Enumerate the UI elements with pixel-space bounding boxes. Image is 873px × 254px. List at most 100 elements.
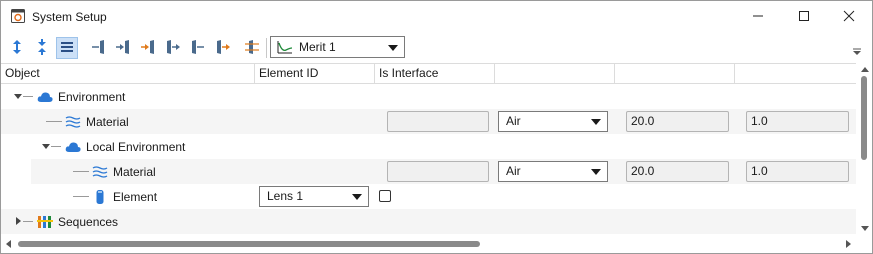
tree-node-label: Local Environment <box>86 139 186 154</box>
list-view-button[interactable] <box>56 37 78 59</box>
tree-node-label: Material <box>113 164 156 179</box>
element-settings-icon <box>244 39 260 58</box>
expand-vertical-button[interactable] <box>6 37 28 59</box>
close-icon <box>843 10 855 25</box>
medium-select-value: Air <box>506 114 521 128</box>
medium-select[interactable]: Air <box>498 161 608 182</box>
tree-node: Material <box>92 163 156 180</box>
minimize-icon <box>752 10 764 25</box>
toolbar: Merit 1 <box>1 33 872 63</box>
column-object[interactable]: Object <box>1 64 255 83</box>
add-element-after-button[interactable] <box>212 37 234 59</box>
collapse-vertical-icon <box>35 38 49 58</box>
element-id-value: Lens 1 <box>267 189 304 203</box>
temperature-field[interactable]: 20.0 <box>626 111 729 132</box>
minimize-button[interactable] <box>735 1 781 33</box>
temperature-field[interactable]: 20.0 <box>626 161 729 182</box>
is-interface-checkbox[interactable] <box>379 190 391 202</box>
vertical-scrollbar[interactable] <box>857 63 872 235</box>
chevron-down-icon <box>352 194 362 200</box>
row-indent <box>1 159 31 184</box>
lens-element-icon <box>92 189 108 205</box>
column-element-id[interactable]: Element ID <box>255 64 375 83</box>
tree-row-environment[interactable]: Environment <box>1 84 856 109</box>
material-waves-icon <box>92 164 108 180</box>
chevron-down-icon <box>591 169 601 175</box>
tree-node: Element <box>92 188 157 205</box>
tree-row-local-material[interactable]: Material Air 20.0 1.0 <box>1 159 856 184</box>
scroll-up-icon[interactable] <box>861 67 869 72</box>
tree-node-label: Environment <box>58 89 126 104</box>
list-view-icon <box>60 40 74 57</box>
toolbar-separator <box>266 38 267 58</box>
add-element-button[interactable] <box>187 37 209 59</box>
close-button[interactable] <box>826 1 872 33</box>
column-temperature[interactable] <box>615 64 735 83</box>
element-id-select[interactable]: Lens 1 <box>259 186 369 207</box>
tree-node-label: Element <box>113 189 158 204</box>
chevron-down-icon <box>388 45 398 51</box>
chevron-down-icon <box>591 119 601 125</box>
insert-surface-before-button[interactable] <box>87 37 109 59</box>
system-setup-window: System Setup Merit 1 Object Element ID I… <box>0 0 873 254</box>
tree-line <box>23 221 33 222</box>
merit-function-select[interactable]: Merit 1 <box>270 36 405 58</box>
system-tree-grid: Environment Material Air 20.0 1.0 Local … <box>1 84 856 234</box>
tree-row-material[interactable]: Material Air 20.0 1.0 <box>1 109 856 134</box>
tree-line <box>46 121 62 122</box>
tree-node: Local Environment <box>65 138 185 155</box>
merit-select-value: Merit 1 <box>299 40 336 54</box>
cloud-icon <box>37 89 53 105</box>
expand-arrow-icon[interactable] <box>42 144 50 149</box>
sequences-icon <box>37 214 53 230</box>
maximize-icon <box>798 10 810 25</box>
tree-line <box>73 196 89 197</box>
tree-line <box>23 96 33 97</box>
tree-row-local-environment[interactable]: Local Environment <box>1 134 856 159</box>
add-element-right-button[interactable] <box>162 37 184 59</box>
column-header: Object Element ID Is Interface <box>1 63 856 84</box>
medium-select-value: Air <box>506 164 521 178</box>
tree-row-element[interactable]: Element Lens 1 <box>1 184 856 209</box>
maximize-button[interactable] <box>781 1 827 33</box>
expand-vertical-icon <box>10 39 24 58</box>
tree-line <box>51 146 61 147</box>
material-waves-icon <box>65 114 81 130</box>
expand-arrow-icon[interactable] <box>16 217 21 225</box>
collapse-vertical-button[interactable] <box>31 37 53 59</box>
pressure-field[interactable]: 1.0 <box>746 161 849 182</box>
scroll-right-icon[interactable] <box>846 240 851 248</box>
cloud-icon <box>65 139 81 155</box>
tree-node-label: Sequences <box>58 214 119 229</box>
tree-row-sequences[interactable]: Sequences <box>1 209 856 234</box>
system-setup-icon <box>10 8 26 24</box>
column-medium[interactable] <box>495 64 615 83</box>
column-pressure[interactable] <box>735 64 856 83</box>
material-empty-field[interactable] <box>387 111 489 132</box>
add-element-icon <box>190 39 206 58</box>
insert-surface-after-button[interactable] <box>137 37 159 59</box>
column-is-interface[interactable]: Is Interface <box>375 64 495 83</box>
horizontal-scrollbar[interactable] <box>1 235 857 253</box>
scroll-down-icon[interactable] <box>861 226 869 231</box>
insert-surface-button[interactable] <box>112 37 134 59</box>
insert-surface-icon <box>115 39 131 58</box>
vertical-scroll-thumb[interactable] <box>861 76 867 160</box>
medium-select[interactable]: Air <box>498 111 608 132</box>
element-settings-button[interactable] <box>241 37 263 59</box>
horizontal-scroll-thumb[interactable] <box>18 241 480 247</box>
insert-surface-before-icon <box>90 39 106 58</box>
scroll-left-icon[interactable] <box>6 240 11 248</box>
tree-node: Sequences <box>37 213 118 230</box>
pressure-field[interactable]: 1.0 <box>746 111 849 132</box>
merit-chart-icon <box>277 40 293 57</box>
window-title: System Setup <box>32 10 107 24</box>
overflow-caret-icon[interactable] <box>852 45 862 59</box>
title-bar: System Setup <box>1 1 872 33</box>
tree-line <box>73 171 89 172</box>
add-element-right-icon <box>165 39 181 58</box>
tree-node: Material <box>65 113 129 130</box>
expand-arrow-icon[interactable] <box>14 94 22 99</box>
insert-surface-after-icon <box>140 39 156 58</box>
material-empty-field[interactable] <box>387 161 489 182</box>
